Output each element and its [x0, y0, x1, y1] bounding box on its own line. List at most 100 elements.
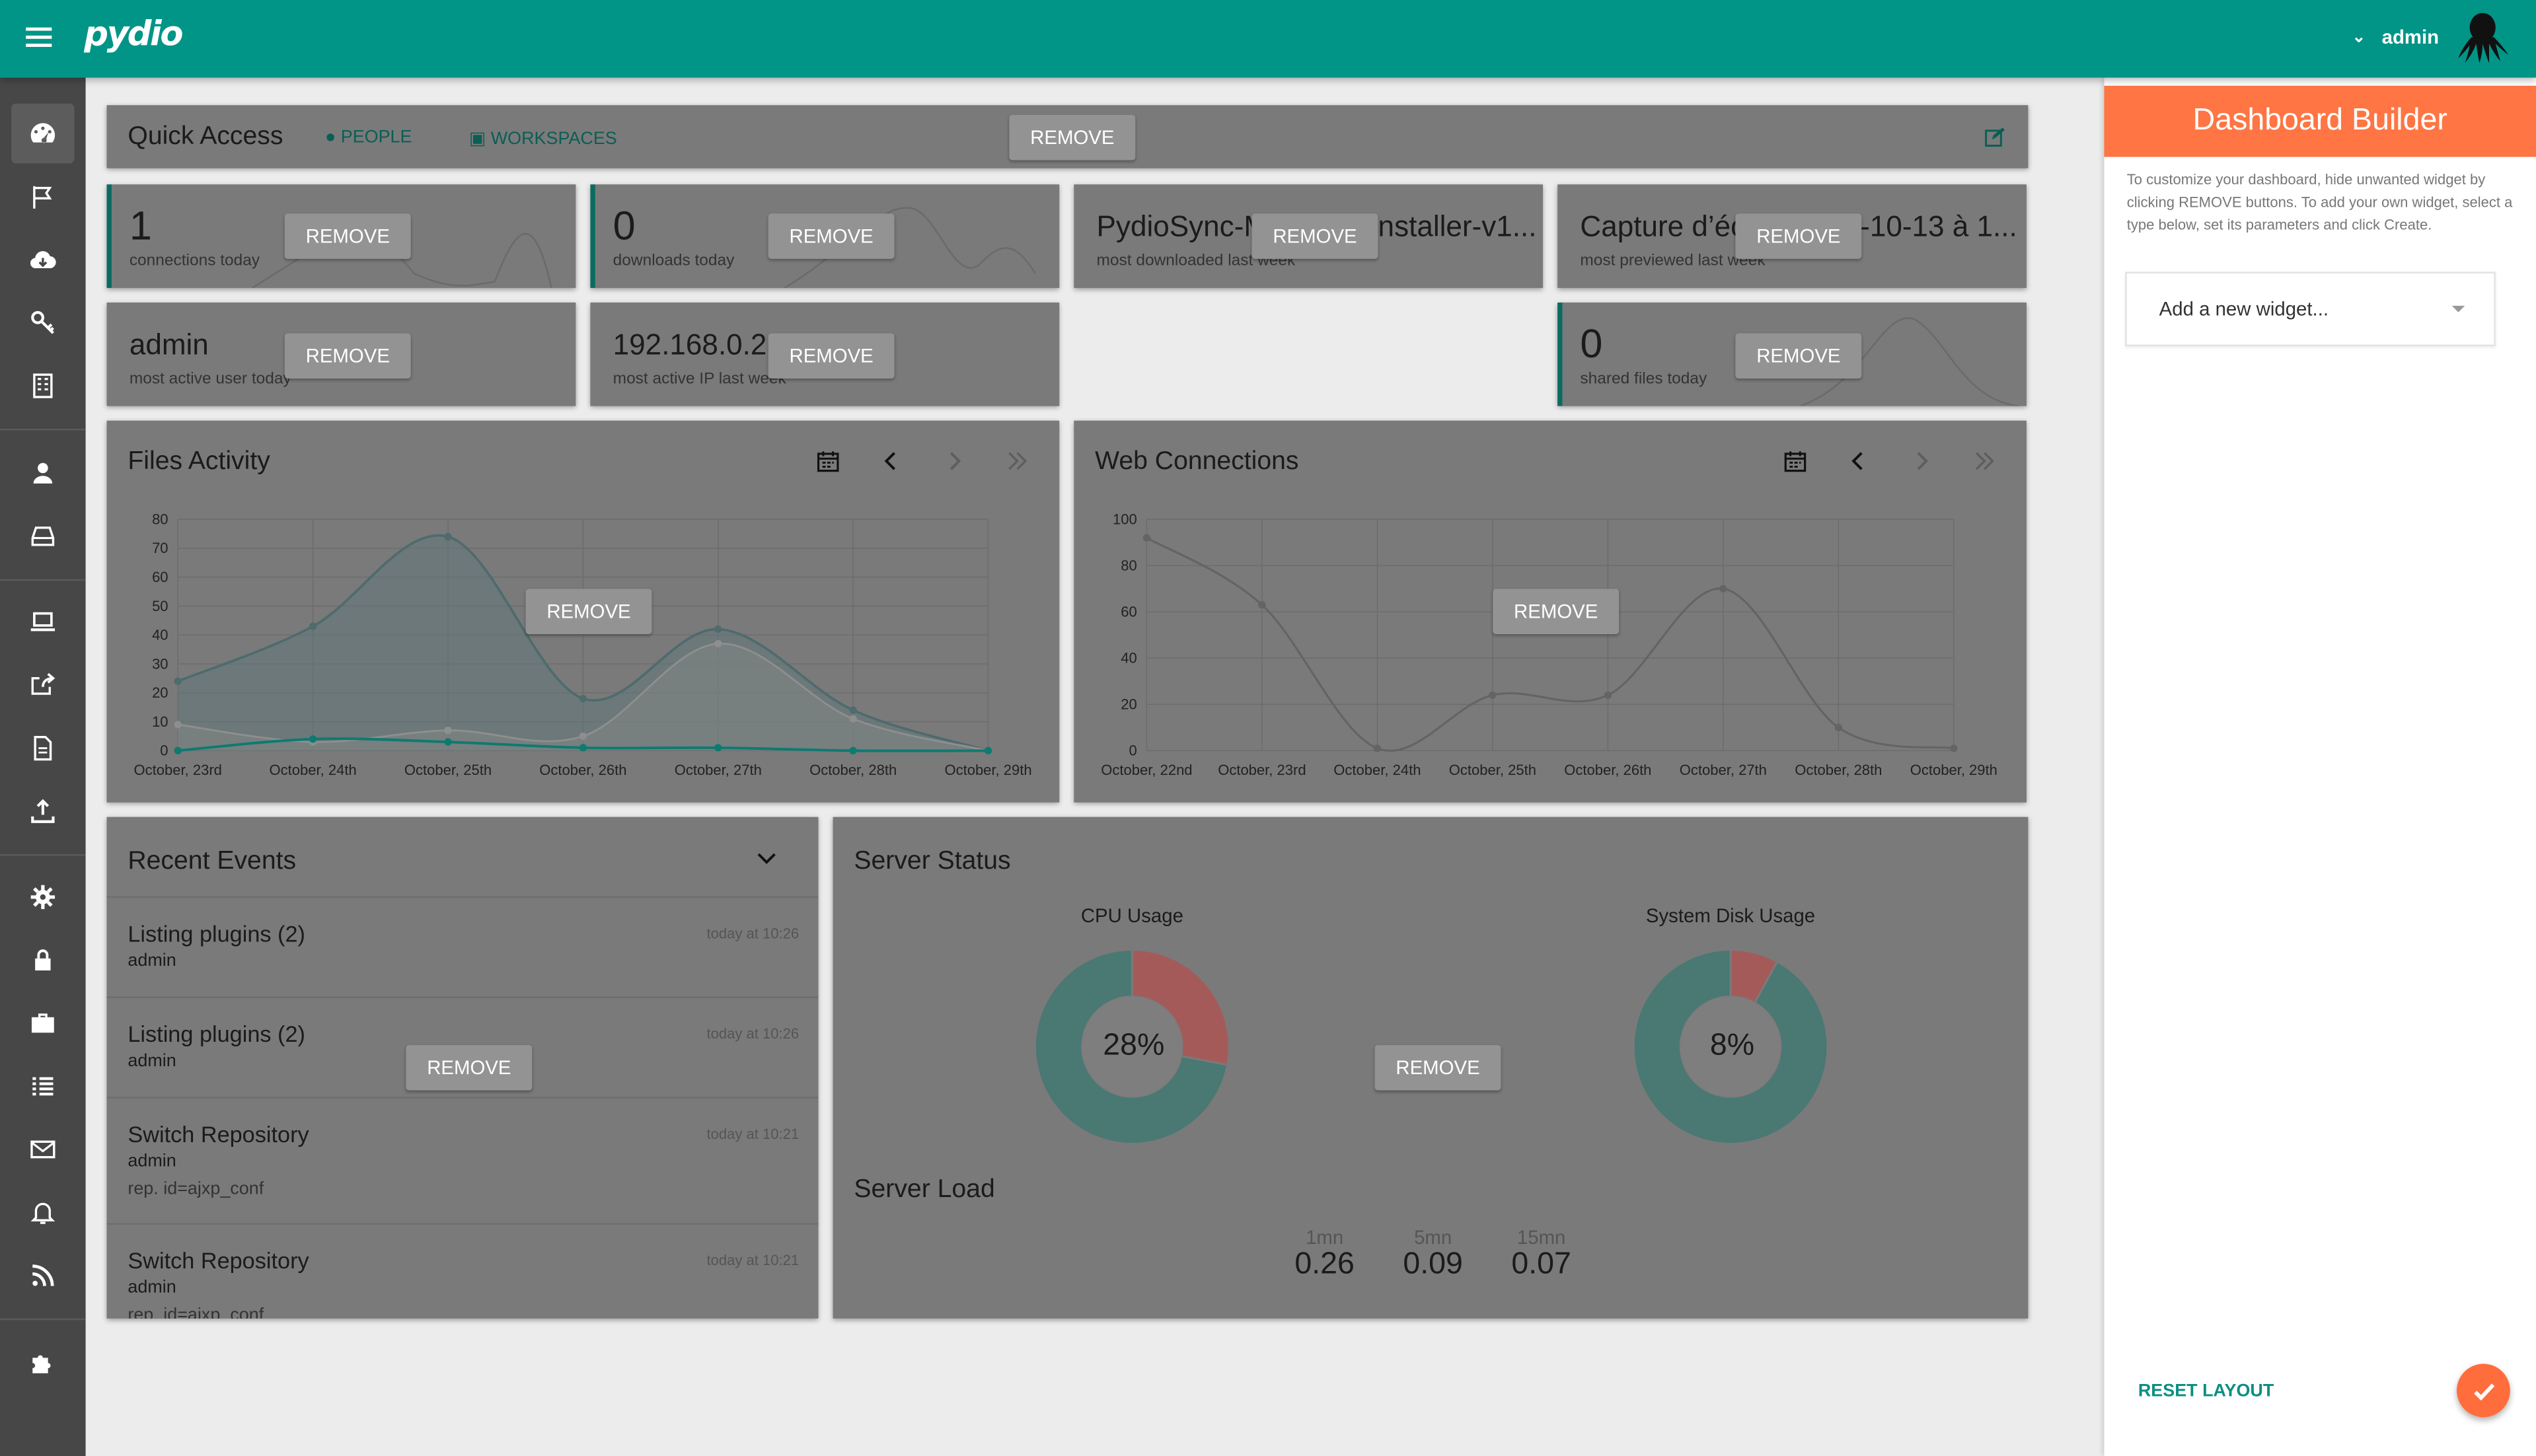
workspaces-link[interactable]: ▣ WORKSPACES	[469, 127, 617, 149]
data-point	[1373, 745, 1382, 752]
gear-icon	[30, 885, 56, 910]
event-detail: rep. id=ajxp_conf	[128, 1179, 264, 1199]
y-tick-label: 0	[1129, 743, 1137, 759]
data-point	[714, 625, 722, 634]
load-label: 1mn	[1306, 1226, 1344, 1249]
drive-icon	[31, 527, 55, 546]
edit-icon[interactable]	[1984, 126, 2005, 147]
sidebar-item-shares[interactable]	[11, 655, 74, 715]
confirm-button[interactable]	[2457, 1364, 2510, 1418]
x-tick-label: October, 23rd	[134, 762, 222, 778]
sidebar-item-plugins[interactable]	[11, 1333, 74, 1393]
drive-icon: ▣	[468, 129, 491, 149]
remove-button[interactable]: REMOVE	[768, 333, 895, 379]
sidebar-item-organizations[interactable]	[11, 356, 74, 416]
widget-type-select[interactable]: Add a new widget...	[2125, 272, 2496, 347]
x-tick-label: October, 26th	[539, 762, 626, 778]
event-title: Switch Repository	[128, 1121, 309, 1147]
sidebar-item-dashboard[interactable]	[11, 103, 75, 164]
data-point	[714, 639, 722, 647]
data-point	[1950, 745, 1958, 752]
remove-button[interactable]: REMOVE	[284, 333, 411, 379]
sidebar-item-logs[interactable]	[11, 1056, 74, 1116]
sidebar-item-downloads[interactable]	[11, 230, 74, 290]
chevron-down-icon[interactable]	[755, 850, 778, 869]
data-point	[444, 727, 452, 735]
remove-button[interactable]: REMOVE	[1251, 213, 1378, 259]
sidebar-item-devices[interactable]	[11, 592, 74, 652]
remove-button[interactable]: REMOVE	[284, 213, 411, 259]
sidebar-item-files[interactable]	[11, 718, 74, 778]
sidebar-item-flag[interactable]	[11, 166, 74, 227]
remove-button[interactable]: REMOVE	[768, 213, 895, 259]
reset-layout-button[interactable]: RESET LAYOUT	[2138, 1381, 2274, 1401]
remove-button[interactable]: REMOVE	[1735, 213, 1862, 259]
quick-access-card: Quick Access ● PEOPLE ▣ WORKSPACES REMOV…	[106, 105, 2029, 168]
rss-icon	[32, 1264, 54, 1286]
y-tick-label: 80	[152, 511, 168, 527]
sidebar-item-settings[interactable]	[11, 867, 74, 928]
caret-down-icon	[2451, 305, 2465, 312]
data-point	[1258, 601, 1266, 609]
x-tick-label: October, 29th	[944, 762, 1031, 778]
sidebar-item-jobs[interactable]	[11, 994, 74, 1054]
x-tick-label: October, 24th	[270, 762, 357, 778]
upload-icon	[31, 799, 55, 823]
file-icon	[34, 736, 52, 761]
sidebar-item-feeds[interactable]	[11, 1246, 74, 1306]
event-time: today at 10:21	[706, 1252, 800, 1268]
stat-value: 1	[129, 203, 152, 250]
disk-usage-value: 8%	[1709, 1029, 1755, 1063]
hamburger-menu-icon[interactable]	[26, 22, 58, 55]
load-value: 0.07	[1511, 1247, 1571, 1282]
load-value: 0.26	[1294, 1247, 1355, 1282]
remove-button[interactable]: REMOVE	[1374, 1044, 1501, 1091]
stat-card-most-downloaded: PydioSync-MacOSX-Installer-v1... most do…	[1074, 184, 1544, 288]
people-link[interactable]: ● PEOPLE	[325, 127, 412, 147]
sidebar-item-keys[interactable]	[11, 293, 74, 353]
stat-card-active-ip: 192.168.0.254 most active IP last week R…	[590, 302, 1060, 406]
stat-card-shared-files: 0 shared files today REMOVE	[1557, 302, 2027, 406]
sidebar-item-mailer[interactable]	[11, 1120, 74, 1180]
data-point	[444, 532, 452, 540]
remove-button[interactable]: REMOVE	[406, 1044, 533, 1091]
remove-button[interactable]: REMOVE	[1735, 333, 1862, 379]
building-icon	[33, 373, 53, 398]
user-menu[interactable]: ⌄ admin	[2352, 10, 2510, 65]
stat-card-downloads: 0 downloads today REMOVE	[590, 184, 1060, 288]
event-row[interactable]: Switch Repository admin rep. id=ajxp_con…	[106, 1097, 819, 1224]
top-bar: pydio ⌄ admin	[0, 0, 2536, 78]
flag-icon	[33, 186, 52, 209]
chevron-down-icon: ⌄	[2352, 28, 2366, 46]
sidebar-divider	[0, 854, 86, 856]
remove-button[interactable]: REMOVE	[525, 589, 652, 634]
stat-label: connections today	[129, 252, 260, 270]
event-user: admin	[128, 1278, 176, 1298]
event-row[interactable]: Listing plugins (2) admin today at 10:26	[106, 896, 819, 998]
stat-card-connections: 1 connections today REMOVE	[106, 184, 576, 288]
x-tick-label: October, 27th	[1680, 762, 1767, 778]
user-icon	[33, 462, 53, 484]
remove-button[interactable]: REMOVE	[1009, 114, 1136, 161]
data-point	[1719, 585, 1727, 593]
sidebar-item-security[interactable]	[11, 930, 74, 990]
x-tick-label: October, 26th	[1564, 762, 1651, 778]
event-title: Listing plugins (2)	[128, 920, 305, 947]
remove-button[interactable]: REMOVE	[1493, 589, 1620, 634]
builder-title: Dashboard Builder	[2104, 85, 2536, 157]
sidebar-item-workspaces[interactable]	[11, 507, 74, 567]
y-tick-label: 60	[152, 569, 168, 585]
stat-value: admin	[129, 328, 209, 361]
sidebar-item-users[interactable]	[11, 443, 74, 503]
event-detail: rep. id=ajxp_conf	[128, 1305, 264, 1319]
person-icon: ●	[324, 127, 341, 147]
laptop-icon	[30, 612, 56, 632]
event-time: today at 10:26	[706, 925, 800, 942]
event-row[interactable]: Switch Repository admin rep. id=ajxp_con…	[106, 1223, 819, 1319]
x-tick-label: October, 28th	[1795, 762, 1882, 778]
data-point	[579, 732, 587, 741]
sidebar-item-notifications[interactable]	[11, 1183, 74, 1243]
sidebar-item-uploads[interactable]	[11, 782, 74, 842]
data-point	[174, 721, 182, 729]
data-point	[1142, 534, 1151, 542]
